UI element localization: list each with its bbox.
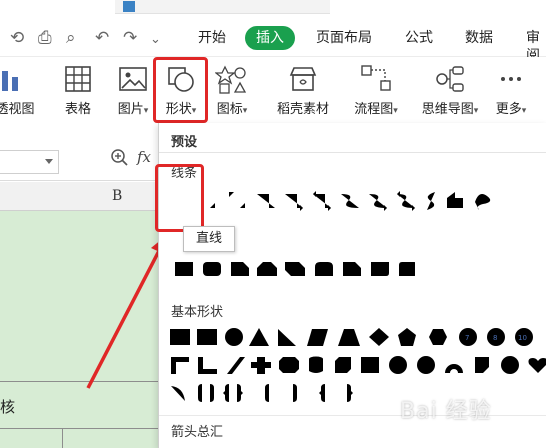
preset-label: 预设	[171, 135, 198, 150]
basic-shapes-label: 基本形状	[171, 305, 224, 320]
watermark: Bai 经验	[400, 399, 492, 424]
svg-text:7: 7	[465, 334, 469, 342]
basic-shapes-row-1[interactable]: 7 8 10	[165, 326, 546, 350]
line-shapes-row[interactable]	[165, 188, 495, 212]
svg-text:8: 8	[493, 334, 497, 342]
straight-line-highlight	[155, 164, 204, 232]
basic-shapes-row-2[interactable]	[165, 354, 546, 378]
basic-shapes-row-3[interactable]	[165, 381, 365, 405]
rectangle-shapes-row[interactable]	[165, 259, 415, 281]
arrows-section-label: 箭头总汇	[171, 425, 224, 440]
svg-text:10: 10	[518, 334, 527, 342]
divider	[159, 152, 546, 153]
straight-line-tooltip: 直线	[183, 226, 235, 252]
